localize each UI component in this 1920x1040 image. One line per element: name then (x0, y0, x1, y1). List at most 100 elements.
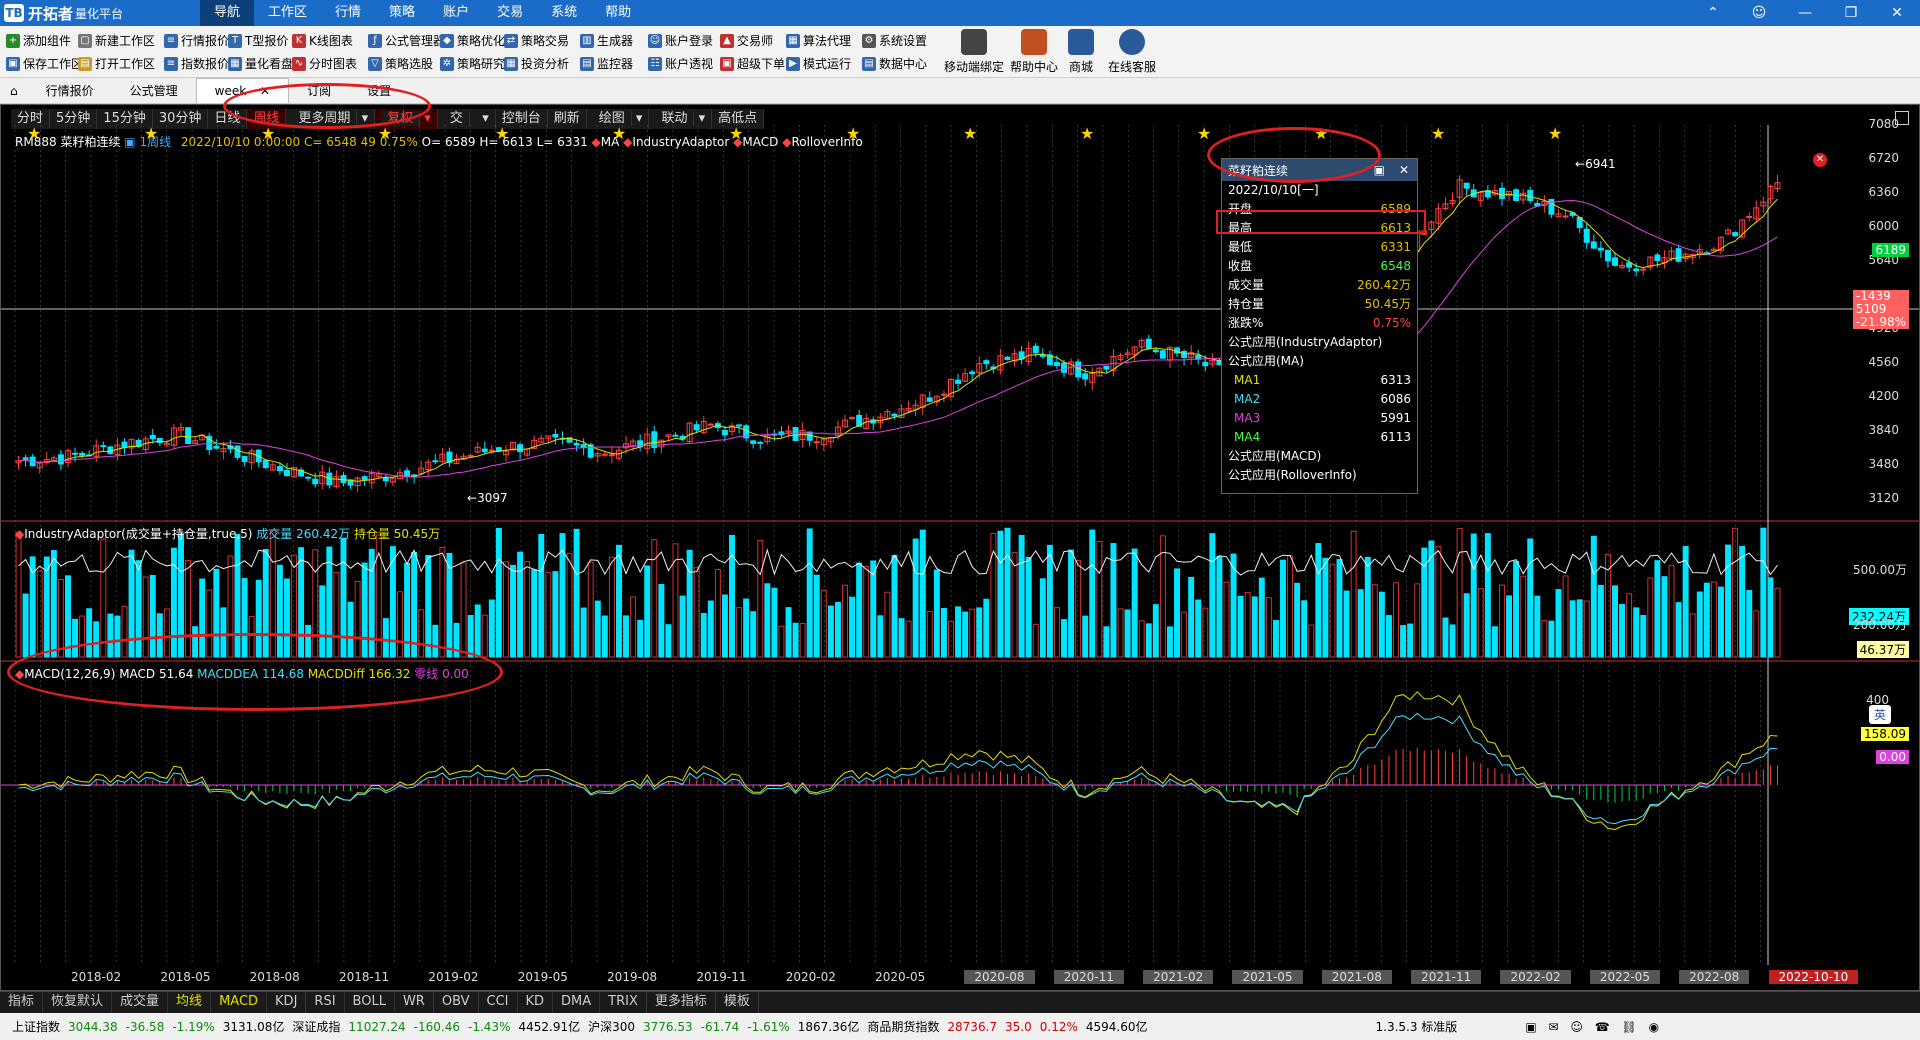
menu-trade[interactable]: 交易 (483, 0, 537, 26)
indicator-tab[interactable]: DMA (553, 992, 601, 1013)
popup-date: 2022/10/10[一] (1228, 183, 1319, 197)
indicator-tab[interactable]: TRIX (600, 992, 647, 1013)
volume-bar (1774, 587, 1781, 658)
menu-help[interactable]: 帮助 (591, 0, 645, 26)
mode-run-button[interactable]: ▶ 模式运行 (786, 52, 851, 75)
ime-indicator[interactable]: 英 (1868, 705, 1891, 724)
link-icon[interactable]: ⛓ (1622, 1020, 1637, 1034)
tab-settings[interactable]: 设置 (349, 79, 409, 103)
generator-button[interactable]: ▥ 生成器 (580, 29, 633, 52)
strategy-select-button[interactable]: ▽ 策略选股 (368, 52, 445, 75)
indicator-tab[interactable]: RSI (306, 992, 345, 1013)
menu-workspace[interactable]: 工作区 (254, 0, 321, 26)
tab-quotes[interactable]: 行情报价 (28, 79, 112, 103)
invest-analysis-button[interactable]: ▦ 投资分析 (504, 52, 569, 75)
formula-manager-button[interactable]: ƒ 公式管理器 (368, 29, 445, 52)
monitor-button[interactable]: ▤ 监控器 (580, 52, 633, 75)
volume-bar (1103, 626, 1110, 658)
add-component-button[interactable]: + 添加组件 (6, 29, 83, 52)
user-icon[interactable]: ☺ (1570, 1020, 1583, 1034)
menu-strategy[interactable]: 策略 (375, 0, 429, 26)
volume-bar (1251, 596, 1258, 658)
user-icon[interactable]: ☺ (1736, 0, 1782, 26)
x-tick: 2022-08 (1679, 970, 1750, 984)
indicator-tab[interactable]: 恢复默认 (43, 992, 113, 1013)
minimize-button[interactable]: — (1782, 0, 1828, 26)
indicator-tab[interactable]: WR (395, 992, 434, 1013)
indicator-tab[interactable]: 成交量 (112, 992, 169, 1013)
wifi-icon[interactable]: ◉ (1649, 1020, 1659, 1034)
menu-account[interactable]: 账户 (429, 0, 483, 26)
menu-system[interactable]: 系统 (537, 0, 591, 26)
volume-bar (757, 539, 764, 658)
candle-body (121, 441, 128, 449)
indicator-tab[interactable]: 指标 (0, 992, 44, 1013)
title-bar: TB 开拓者 量化平台 导航 工作区 行情 策略 账户 交易 系统 帮助 ⌃ ☺… (0, 0, 1920, 26)
account-view-button[interactable]: ☷ 账户透视 (648, 52, 713, 75)
lock-icon[interactable]: ▣ (1374, 163, 1385, 177)
indicator-tab[interactable]: 均线 (168, 992, 212, 1013)
mobile-bind-button[interactable]: 移动端绑定 (944, 29, 1004, 75)
volume-bar (425, 554, 432, 658)
save-workspace-button[interactable]: ▣ 保存工作区 (6, 52, 83, 75)
store-button[interactable]: 商城 (1068, 29, 1094, 75)
candle-body (1633, 268, 1640, 272)
indicator-tab[interactable]: 更多指标 (647, 992, 716, 1013)
cross-tag: -1439 5109 -21.98% (1852, 290, 1909, 329)
indicator-tab[interactable]: MACD (211, 992, 268, 1013)
y-tick: 6360 (1868, 185, 1899, 199)
system-settings-button[interactable]: ⚙ 系统设置 (862, 29, 927, 52)
help-center-button[interactable]: 帮助中心 (1010, 29, 1058, 75)
volume-bar (1739, 545, 1746, 658)
collapse-icon[interactable]: ⌃ (1690, 0, 1736, 26)
volume-bar (149, 574, 156, 658)
quant-watch-button[interactable]: ▦ 量化看盘 (228, 52, 293, 75)
tab-week[interactable]: week ✕ (195, 78, 290, 103)
strategy-trade-button[interactable]: ⇄ 策略交易 (504, 29, 569, 52)
menu-nav[interactable]: 导航 (200, 0, 255, 26)
volume-bar (700, 613, 707, 658)
chat-icon[interactable]: ✉ (1548, 1020, 1558, 1034)
star-marker: ★ (1080, 124, 1094, 143)
tab-formula[interactable]: 公式管理 (112, 79, 196, 103)
trader-icon: ▲ (720, 33, 734, 48)
indicator-tab[interactable]: KDJ (267, 992, 307, 1013)
kline-button[interactable]: K K线图表 (292, 29, 357, 52)
close-button[interactable]: ✕ (1874, 0, 1920, 26)
candlestick-chart[interactable]: ★ ★ ★ ★ ★ ★ ★ ★ ★ ★ ★ ★ ★ ★ (1, 105, 1919, 990)
strategy-optimize-button[interactable]: ◆ 策略优化 (440, 29, 505, 52)
tab-close-icon[interactable]: ✕ (260, 84, 270, 98)
volume-bar (1703, 582, 1710, 658)
candle-body (312, 478, 319, 485)
print-icon[interactable]: ▣ (1525, 1020, 1536, 1034)
timeshare-button[interactable]: ∿ 分时图表 (292, 52, 357, 75)
account-login-button[interactable]: ☺ 账户登录 (648, 29, 713, 52)
strategy-research-button[interactable]: ✲ 策略研究 (440, 52, 505, 75)
data-center-button[interactable]: ▤ 数据中心 (862, 52, 927, 75)
indicator-tab[interactable]: OBV (434, 992, 479, 1013)
close-circle-icon[interactable]: ✕ (1813, 153, 1827, 167)
t-quote-button[interactable]: T T型报价 (228, 29, 293, 52)
online-service-button[interactable]: 在线客服 (1108, 29, 1156, 75)
super-order-button[interactable]: ▣ 超级下单 (720, 52, 785, 75)
trader-button[interactable]: ▲ 交易师 (720, 29, 785, 52)
indicator-tab[interactable]: CCI (479, 992, 518, 1013)
quote-button[interactable]: ≡ 行情报价 (164, 29, 229, 52)
indicator-tab[interactable]: BOLL (345, 992, 395, 1013)
new-workspace-button[interactable]: ▢ 新建工作区 (78, 29, 155, 52)
volume-bar (467, 615, 474, 658)
star-marker: ★ (1314, 124, 1328, 143)
indicator-tab[interactable]: KD (518, 992, 554, 1013)
index-quote-button[interactable]: ≡ 指数报价 (164, 52, 229, 75)
tab-subscribe[interactable]: 订阅 (289, 79, 349, 103)
popup-close-icon[interactable]: ✕ (1399, 163, 1409, 177)
open-workspace-button[interactable]: ▤ 打开工作区 (78, 52, 155, 75)
volume-bar (1195, 599, 1202, 658)
service-icon[interactable]: ☎ (1595, 1020, 1610, 1034)
algo-agent-button[interactable]: ▦ 算法代理 (786, 29, 851, 52)
status-bar: 上证指数 3044.38 -36.58 -1.19% 3131.08亿 深证成指… (0, 1013, 1920, 1040)
menu-quotes[interactable]: 行情 (321, 0, 375, 26)
home-icon[interactable]: ⌂ (0, 79, 28, 103)
restore-button[interactable]: ❐ (1828, 0, 1874, 26)
indicator-tab[interactable]: 模板 (716, 992, 759, 1013)
